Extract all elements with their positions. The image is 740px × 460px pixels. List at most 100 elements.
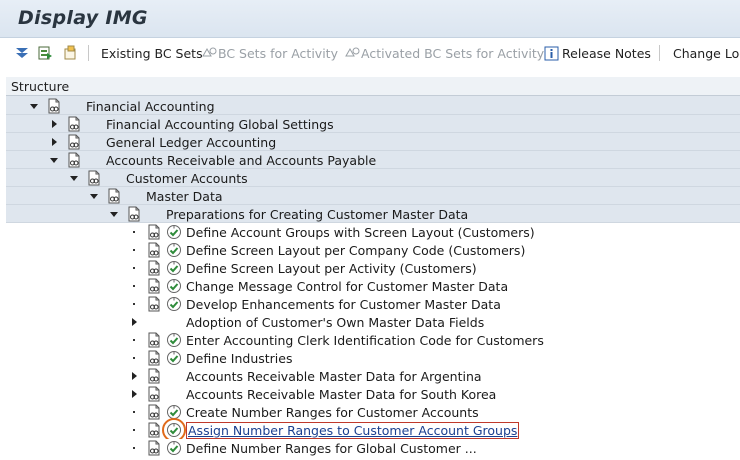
documentation-icon[interactable] [66, 116, 82, 132]
tree-node[interactable]: Accounts Receivable Master Data for Sout… [6, 385, 740, 403]
window-title: Display IMG [18, 7, 148, 29]
bc-sets-for-activity-button[interactable]: BC Sets for Activity [201, 44, 338, 62]
structure-tree-panel: Structure Financial Accounting Financial … [6, 77, 740, 457]
documentation-icon[interactable] [146, 296, 162, 312]
documentation-icon[interactable] [146, 332, 162, 348]
tree-node-label[interactable]: General Ledger Accounting [106, 135, 276, 150]
tree-node[interactable]: Create Number Ranges for Customer Accoun… [6, 403, 740, 421]
documentation-icon[interactable] [146, 386, 162, 402]
tree-node[interactable]: Accounts Receivable Master Data for Arge… [6, 367, 740, 385]
collapse-arrow-icon[interactable] [70, 176, 78, 181]
change-log-button[interactable]: Change Log [673, 44, 740, 62]
expand-arrow-icon[interactable] [52, 138, 57, 146]
expand-subtree-icon[interactable] [14, 44, 30, 62]
toolbar-separator [88, 45, 89, 61]
selected-node-label[interactable]: Assign Number Ranges to Customer Account… [186, 422, 520, 439]
info-icon [544, 46, 559, 60]
activated-bc-sets-button[interactable]: Activated BC Sets for Activity [344, 44, 544, 62]
tree-node[interactable]: Accounts Receivable and Accounts Payable [6, 151, 740, 169]
tree-node-label[interactable]: Adoption of Customer's Own Master Data F… [186, 315, 484, 330]
documentation-icon[interactable] [106, 188, 122, 204]
documentation-icon[interactable] [146, 404, 162, 420]
collapse-arrow-icon[interactable] [30, 104, 38, 109]
tree-node[interactable]: Change Message Control for Customer Mast… [6, 277, 740, 295]
tree-node[interactable]: Develop Enhancements for Customer Master… [6, 295, 740, 313]
leaf-bullet [133, 231, 135, 233]
tree-node[interactable]: Master Data [6, 187, 740, 205]
collapse-arrow-icon[interactable] [90, 194, 98, 199]
tree-node[interactable]: Customer Accounts [6, 169, 740, 187]
documentation-icon[interactable] [146, 422, 162, 438]
bc-set-icon [202, 47, 217, 57]
leaf-bullet [133, 429, 135, 431]
execute-activity-icon[interactable] [166, 332, 182, 348]
tree-node-label[interactable]: Change Message Control for Customer Mast… [186, 279, 508, 294]
documentation-icon[interactable] [146, 440, 162, 456]
documentation-icon[interactable] [146, 224, 162, 240]
execute-activity-icon[interactable] [166, 224, 182, 240]
expand-arrow-icon[interactable] [132, 372, 137, 380]
tree-node-label[interactable]: Define Number Ranges for Global Customer… [186, 441, 477, 456]
find-icon[interactable] [37, 44, 53, 62]
tree-node-label[interactable]: Define Industries [186, 351, 292, 366]
tree-node-label[interactable]: Develop Enhancements for Customer Master… [186, 297, 501, 312]
tree-node-label[interactable]: Financial Accounting Global Settings [106, 117, 334, 132]
tree-node[interactable]: Preparations for Creating Customer Maste… [6, 205, 740, 223]
tree-node-label[interactable]: Define Screen Layout per Company Code (C… [186, 243, 525, 258]
collapse-arrow-icon[interactable] [110, 212, 118, 217]
tree-node[interactable]: Define Screen Layout per Company Code (C… [6, 241, 740, 259]
where-used-icon[interactable] [62, 44, 78, 62]
documentation-icon[interactable] [126, 206, 142, 222]
expand-arrow-icon[interactable] [52, 120, 57, 128]
structure-header-label: Structure [11, 79, 70, 94]
tree-node-label[interactable]: Create Number Ranges for Customer Accoun… [186, 405, 479, 420]
execute-activity-icon[interactable] [166, 350, 182, 366]
tree-node[interactable]: Define Number Ranges for Global Customer… [6, 439, 740, 457]
tree-node[interactable]: Enter Accounting Clerk Identification Co… [6, 331, 740, 349]
tree-node[interactable]: General Ledger Accounting [6, 133, 740, 151]
tree-node-label[interactable]: Master Data [146, 189, 223, 204]
documentation-icon[interactable] [146, 368, 162, 384]
tree-node-label[interactable]: Financial Accounting [86, 99, 215, 114]
existing-bc-sets-button[interactable]: Existing BC Sets [101, 44, 203, 62]
tree-node[interactable]: Assign Number Ranges to Customer Account… [6, 418, 740, 442]
tree-node-label[interactable]: Define Screen Layout per Activity (Custo… [186, 261, 477, 276]
documentation-icon[interactable] [66, 152, 82, 168]
leaf-bullet [133, 285, 135, 287]
leaf-bullet [133, 447, 135, 449]
bc-sets-for-activity-label: BC Sets for Activity [218, 45, 338, 61]
execute-activity-icon[interactable] [166, 440, 182, 456]
expand-arrow-icon[interactable] [132, 390, 137, 398]
documentation-icon[interactable] [146, 260, 162, 276]
execute-activity-icon[interactable] [166, 296, 182, 312]
tree-node[interactable]: Adoption of Customer's Own Master Data F… [6, 313, 740, 331]
tree-node-label[interactable]: Accounts Receivable Master Data for Arge… [186, 369, 482, 384]
execute-activity-icon[interactable] [166, 260, 182, 276]
documentation-icon[interactable] [66, 134, 82, 150]
tree-node[interactable]: Define Account Groups with Screen Layout… [6, 223, 740, 241]
documentation-icon[interactable] [146, 242, 162, 258]
documentation-icon[interactable] [146, 278, 162, 294]
tree-node-label[interactable]: Accounts Receivable and Accounts Payable [106, 153, 376, 168]
documentation-icon[interactable] [146, 350, 162, 366]
documentation-icon[interactable] [86, 170, 102, 186]
bc-set-icon [345, 47, 360, 57]
collapse-arrow-icon[interactable] [50, 158, 58, 163]
execute-activity-icon[interactable] [166, 242, 182, 258]
activated-bc-sets-label: Activated BC Sets for Activity [361, 45, 545, 61]
execute-activity-icon[interactable] [166, 278, 182, 294]
tree-node-label[interactable]: Enter Accounting Clerk Identification Co… [186, 333, 544, 348]
tree-node-label[interactable]: Customer Accounts [126, 171, 248, 186]
release-notes-button[interactable]: Release Notes [544, 44, 651, 62]
leaf-bullet [133, 303, 135, 305]
leaf-bullet [133, 267, 135, 269]
tree-node-label[interactable]: Accounts Receivable Master Data for Sout… [186, 387, 496, 402]
tree-node-label[interactable]: Define Account Groups with Screen Layout… [186, 225, 535, 240]
tree-node[interactable]: Define Screen Layout per Activity (Custo… [6, 259, 740, 277]
expand-arrow-icon[interactable] [132, 318, 137, 326]
tree-node[interactable]: Financial Accounting Global Settings [6, 115, 740, 133]
documentation-icon[interactable] [46, 98, 62, 114]
tree-node-label[interactable]: Preparations for Creating Customer Maste… [166, 207, 468, 222]
tree-node[interactable]: Financial Accounting [6, 97, 740, 115]
tree-node[interactable]: Define Industries [6, 349, 740, 367]
